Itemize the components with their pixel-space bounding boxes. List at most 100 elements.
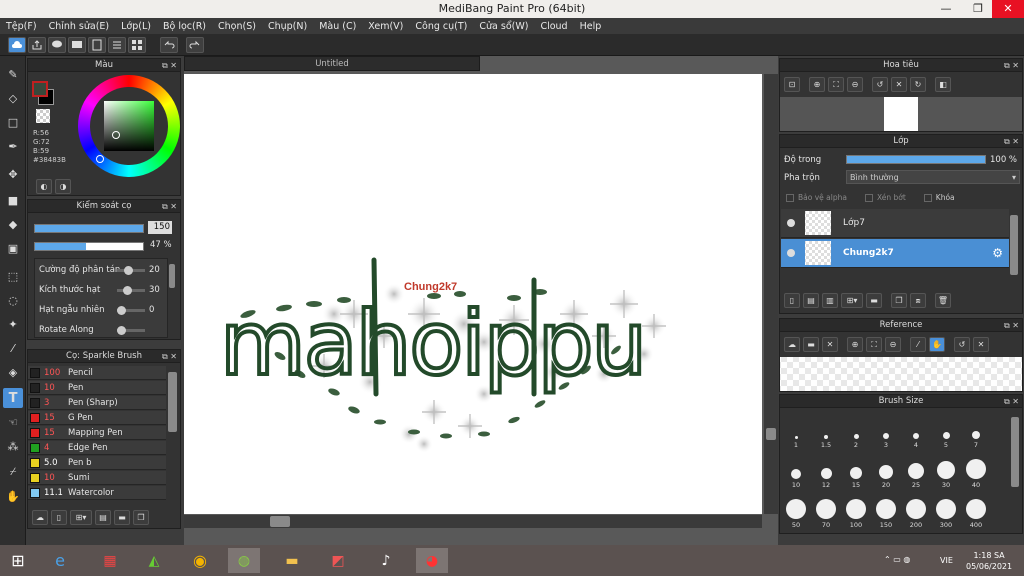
brush-size-preset[interactable]: 25 — [902, 451, 930, 489]
brush-size-preset[interactable]: 200 — [902, 491, 930, 529]
app-red-icon[interactable]: ◩ — [322, 548, 354, 573]
ref-zoom-out-icon[interactable]: ⊖ — [885, 337, 901, 352]
blend-mode-select[interactable]: Bình thường ▾ — [846, 170, 1020, 184]
start-icon[interactable]: ⊞ — [2, 548, 34, 573]
transparent-swatch[interactable] — [36, 109, 50, 123]
panel-close-icon[interactable]: ⧉ ✕ — [162, 350, 177, 363]
select-rect-icon[interactable]: ⬚ — [3, 266, 23, 286]
brush-cloud-icon[interactable]: ☁ — [32, 510, 48, 525]
dropper-tool-icon[interactable]: ⁂ — [3, 436, 23, 456]
canvas-vertical-scrollbar[interactable] — [764, 74, 778, 514]
slider-knob[interactable] — [122, 286, 132, 295]
foreground-swatch[interactable] — [32, 81, 48, 97]
brush-size-scrollbar[interactable] — [1011, 417, 1019, 487]
reference-view[interactable] — [780, 357, 1022, 391]
visibility-icon[interactable] — [787, 249, 795, 257]
brush-size-preset[interactable]: 30 — [932, 451, 960, 489]
magic-wand-icon[interactable]: ✦ — [3, 314, 23, 334]
brush-add-icon[interactable]: ⊞▾ — [70, 510, 92, 525]
rotate-right-icon[interactable]: ↻ — [910, 77, 926, 92]
slider-knob[interactable] — [123, 266, 133, 275]
menu-item[interactable]: Màu (C) — [313, 21, 362, 32]
brush-size-slider[interactable] — [34, 224, 144, 233]
panel-close-icon[interactable]: ⧉ ✕ — [162, 200, 177, 213]
folder-icon[interactable]: ▬ — [276, 548, 308, 573]
brush-size-preset[interactable]: 400 — [962, 491, 990, 529]
palette-add-icon[interactable]: ◑ — [55, 179, 71, 194]
new-layer-icon[interactable]: ▯ — [784, 293, 800, 308]
brush-param-slider[interactable] — [117, 286, 145, 295]
panel-close-icon[interactable]: ⧉ ✕ — [1004, 59, 1019, 72]
duplicate-layer-icon[interactable]: ❐ — [891, 293, 907, 308]
ref-zoom-in-icon[interactable]: ⊕ — [847, 337, 863, 352]
drawing-canvas[interactable]: Chung2k7 mahoippu — [184, 74, 762, 514]
delete-layer-icon[interactable]: 🗑 — [935, 293, 951, 308]
menu-item[interactable]: Bộ lọc(R) — [157, 21, 212, 32]
menu-item[interactable]: Cửa sổ(W) — [473, 21, 534, 32]
language-indicator[interactable]: VIE — [940, 556, 953, 565]
brush-duplicate-icon[interactable]: ❐ — [133, 510, 149, 525]
ref-open-icon[interactable]: ▬ — [803, 337, 819, 352]
close-icon[interactable]: ✕ — [992, 0, 1024, 18]
lasso-icon[interactable]: ◌ — [3, 290, 23, 310]
brush-size-preset[interactable]: 1 — [782, 411, 810, 449]
message-icon[interactable] — [68, 37, 86, 53]
ref-cloud-icon[interactable]: ☁ — [784, 337, 800, 352]
layer-folder-icon[interactable]: ▬ — [866, 293, 882, 308]
layer-row[interactable]: Chung2k7 ⚙ — [781, 239, 1009, 268]
slider-knob[interactable] — [117, 326, 126, 335]
zoom-out-icon[interactable]: ⊖ — [847, 77, 863, 92]
panel-close-icon[interactable]: ⧉ ✕ — [1004, 319, 1019, 332]
color-wheel[interactable] — [78, 75, 180, 177]
saturation-value-square[interactable] — [104, 101, 154, 151]
palette-icon[interactable]: ◐ — [36, 179, 52, 194]
brush-size-preset[interactable]: 70 — [812, 491, 840, 529]
ref-reset-icon[interactable]: ✕ — [973, 337, 989, 352]
pen-tool-icon[interactable]: ✒ — [3, 136, 23, 156]
brush-item[interactable]: 15 Mapping Pen — [28, 426, 166, 440]
ref-close-icon[interactable]: ✕ — [822, 337, 838, 352]
redo-icon[interactable] — [186, 37, 204, 53]
lock-checkbox[interactable] — [923, 193, 932, 202]
menu-item[interactable]: Xem(V) — [362, 21, 409, 32]
minimize-icon[interactable]: — — [930, 0, 962, 18]
tray-icons[interactable]: ⌃ ▭ ◍ — [884, 555, 910, 564]
menu-item[interactable]: Công cụ(T) — [409, 21, 473, 32]
menu-item[interactable]: Cloud — [534, 21, 573, 32]
layer-opacity-slider[interactable] — [846, 155, 986, 164]
brush-size-preset[interactable]: 5 — [932, 411, 960, 449]
brush-folder-icon[interactable]: ▬ — [114, 510, 130, 525]
gear-icon[interactable]: ⚙ — [992, 246, 1003, 260]
medibang-icon[interactable]: ◕ — [416, 548, 448, 573]
menu-item[interactable]: Lớp(L) — [115, 21, 157, 32]
brush-param-slider[interactable] — [117, 306, 145, 315]
brush-doc-icon[interactable]: ▤ — [95, 510, 111, 525]
flip-icon[interactable]: ◧ — [935, 77, 951, 92]
clock[interactable]: 1:18 SA 05/06/2021 — [966, 550, 1012, 572]
bluestacks-icon[interactable]: ◭ — [138, 548, 170, 573]
zoom-in-icon[interactable]: ⊕ — [809, 77, 825, 92]
clipping-checkbox[interactable] — [864, 193, 873, 202]
new-layer-1bit-icon[interactable]: ▥ — [822, 293, 838, 308]
brush-param-slider[interactable] — [117, 266, 145, 275]
new-layer-8bit-icon[interactable]: ▤ — [803, 293, 819, 308]
brush-opacity-slider[interactable] — [34, 242, 144, 251]
menu-item[interactable]: Chụp(N) — [262, 21, 313, 32]
brush-size-preset[interactable]: 7 — [962, 411, 990, 449]
menu-item[interactable]: Tệp(F) — [0, 21, 43, 32]
reset-view-icon[interactable]: ✕ — [891, 77, 907, 92]
brush-item[interactable]: 10 Sumi — [28, 471, 166, 485]
brush-size-preset[interactable]: 100 — [842, 491, 870, 529]
brush-size-preset[interactable]: 40 — [962, 451, 990, 489]
brush-size-preset[interactable]: 10 — [782, 451, 810, 489]
layer-scrollbar[interactable] — [1010, 215, 1018, 275]
bucket-tool-icon[interactable]: ◆ — [3, 214, 23, 234]
panel-close-icon[interactable]: ⧉ ✕ — [1004, 395, 1019, 408]
zoom-fit-icon[interactable]: ⊡ — [784, 77, 800, 92]
operation-tool-icon[interactable]: ☜ — [3, 412, 23, 432]
alpha-protect-checkbox[interactable] — [786, 193, 794, 202]
select-eraser-icon[interactable]: ◈ — [3, 362, 23, 382]
brush-list-scrollbar[interactable] — [168, 372, 177, 432]
comment-icon[interactable] — [48, 37, 66, 53]
ie-icon[interactable]: e — [44, 548, 76, 573]
